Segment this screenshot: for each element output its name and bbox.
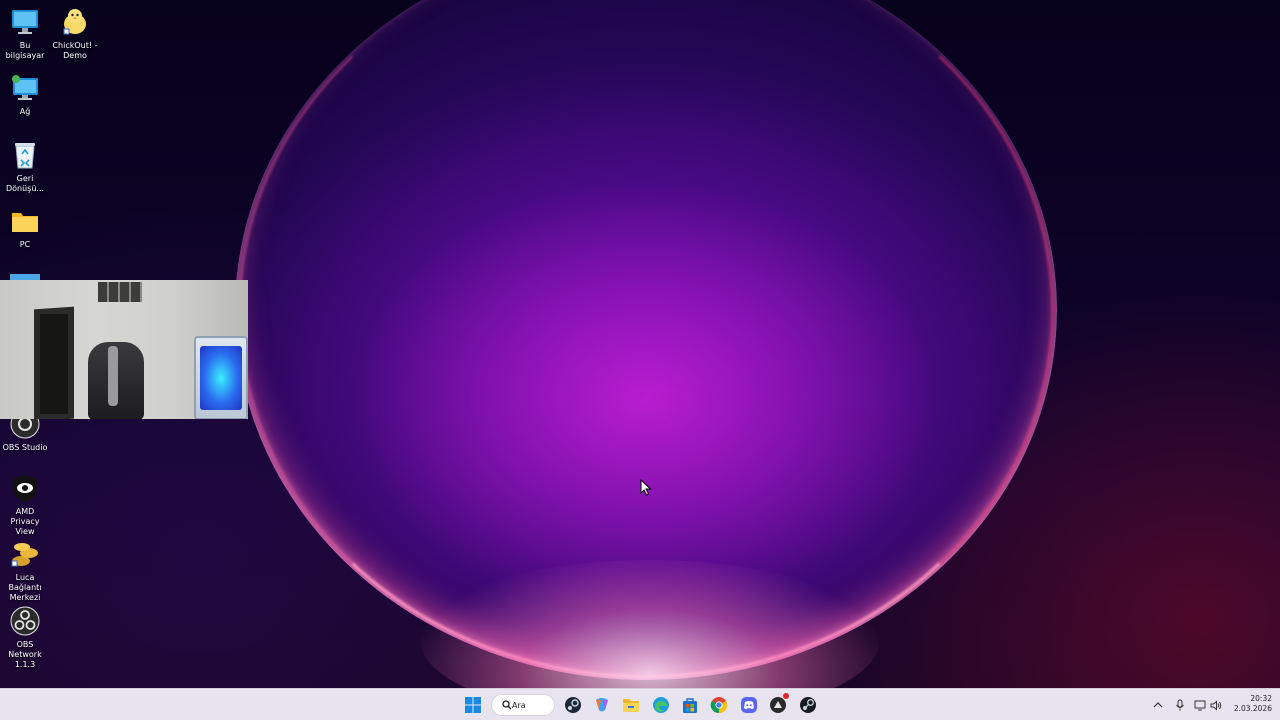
taskbar-app-steam[interactable] (796, 693, 820, 717)
recycle-bin-icon (9, 139, 41, 171)
chrome-icon (710, 697, 728, 714)
desktop-icon-pc-folder[interactable]: PC (0, 205, 50, 250)
taskbar-app-store[interactable] (678, 693, 702, 717)
desktop-icon-label: Ağ (19, 107, 31, 116)
network-monitor-icon (9, 72, 41, 104)
folder-icon (9, 205, 41, 237)
chevron-up-icon (1153, 702, 1163, 708)
desktop-icon-label: PC (19, 240, 31, 249)
webcam-door-panel (40, 314, 68, 414)
monitor-icon (9, 6, 41, 38)
coins-icon (9, 538, 41, 570)
taskbar-app-riot[interactable] (766, 693, 790, 717)
start-button[interactable] (461, 693, 485, 717)
taskbar-search-box[interactable]: Ara (491, 694, 555, 716)
search-label: Ara (512, 700, 526, 710)
clock-time: 20:32 (1250, 694, 1272, 703)
steam-alt-icon (565, 697, 581, 713)
desktop-icon-chickout-demo[interactable]: ChickOut! - Demo (50, 6, 100, 61)
search-icon (502, 700, 512, 710)
desktop-icon-label: OBS Network 1.1.3 (8, 640, 42, 669)
system-clock[interactable]: 20:32 2.03.2026 (1228, 694, 1272, 714)
desktop-icon-amd-privacy-view[interactable]: AMD Privacy View (0, 472, 50, 537)
desktop-icon-label: Geri Dönüşü... (5, 174, 45, 193)
taskbar-app-chrome[interactable] (707, 693, 731, 717)
desktop-icon-obs-network[interactable]: OBS Network 1.1.3 (0, 605, 50, 670)
desktop-icon-label: OBS Studio (2, 443, 48, 452)
show-hidden-icons-button[interactable] (1151, 698, 1165, 712)
eye-shield-icon (9, 472, 41, 504)
desktop-icon-recycle-bin[interactable]: Geri Dönüşü... (0, 139, 50, 194)
clock-date: 2.03.2026 (1233, 704, 1272, 713)
steam-icon (800, 697, 816, 713)
webcam-posters (98, 282, 142, 302)
volume-icon (1210, 699, 1222, 711)
chick-icon (59, 6, 91, 38)
desktop-icon-label: ChickOut! - Demo (52, 41, 98, 60)
taskbar-app-copilot[interactable] (590, 693, 614, 717)
webcam-preview[interactable] (0, 280, 248, 419)
tray-display[interactable] (1193, 698, 1207, 712)
desktop-icon-network[interactable]: Ağ (0, 72, 50, 117)
desktop-icon-luca[interactable]: Luca Bağlantı Merkezi (0, 538, 50, 603)
taskbar-app-discord[interactable] (737, 693, 761, 717)
desktop-icon-this-pc[interactable]: Bu bilgisayar (0, 6, 50, 61)
notification-badge (783, 693, 789, 699)
start-icon (465, 697, 481, 713)
tray-volume[interactable] (1209, 698, 1223, 712)
edge-icon (653, 697, 669, 713)
microphone-icon (1176, 699, 1184, 711)
store-icon (683, 698, 697, 713)
taskbar-app-edge[interactable] (649, 693, 673, 717)
taskbar-app-steam-helper[interactable] (561, 693, 585, 717)
taskbar: Ara 20:32 2.03.2026 (0, 688, 1280, 720)
file-explorer-icon (623, 699, 639, 712)
webcam-chair-stripe (108, 346, 118, 406)
taskbar-app-file-explorer[interactable] (619, 693, 643, 717)
display-icon (1194, 700, 1206, 710)
desktop-icon-label: Bu bilgisayar (5, 41, 45, 60)
desktop-icon-label: Luca Bağlantı Merkezi (8, 573, 42, 602)
obs-network-icon (9, 605, 41, 637)
copilot-icon (596, 698, 608, 712)
webcam-pc-lights (200, 346, 242, 410)
discord-icon (741, 697, 757, 713)
desktop-icon-label: AMD Privacy View (10, 507, 40, 536)
tray-microphone[interactable] (1173, 698, 1187, 712)
